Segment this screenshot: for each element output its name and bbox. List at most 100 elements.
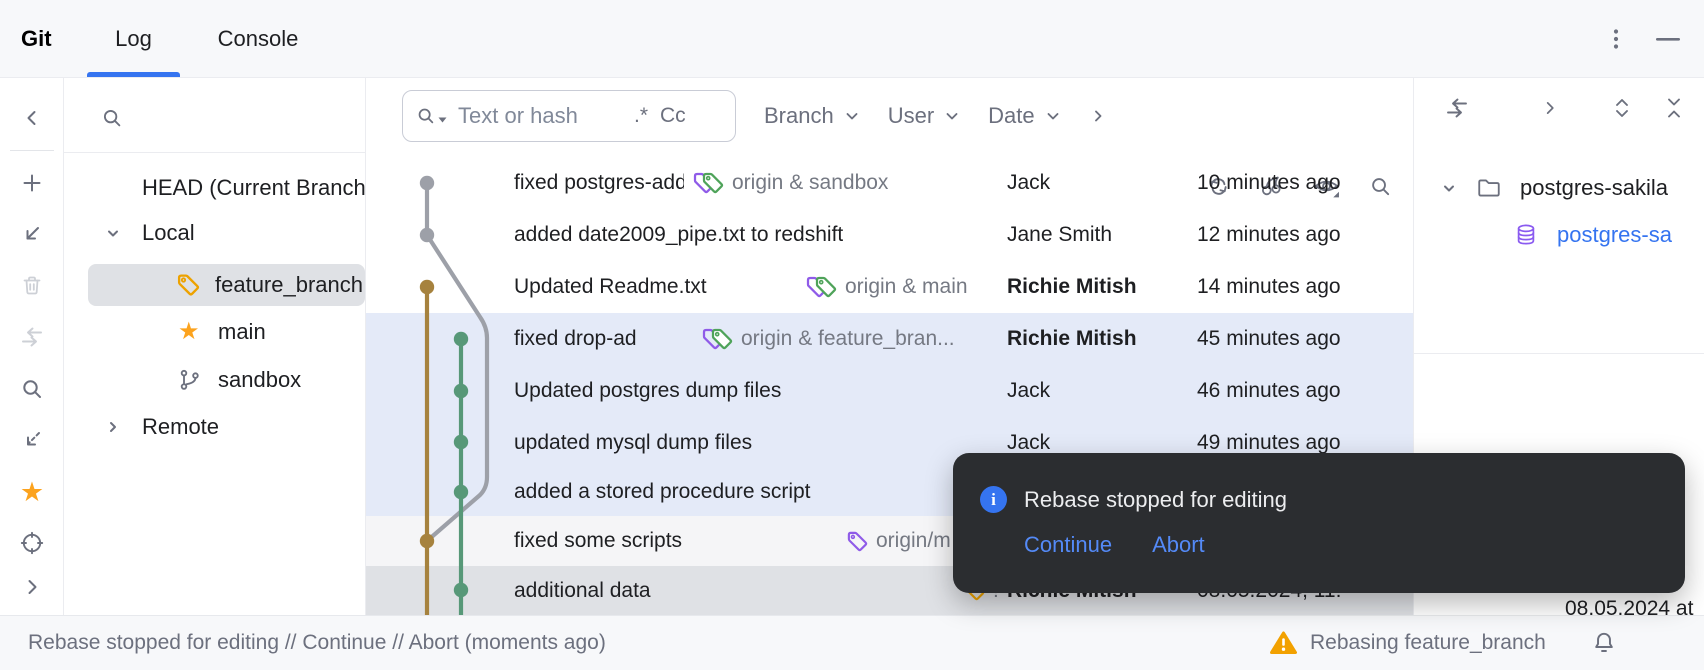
commit-row[interactable]: added date2009_pipe.txt to redshiftJane … (366, 209, 1414, 261)
notification-actions: Continue Abort (1024, 532, 1205, 558)
commit-message: Updated Readme.txt (514, 261, 707, 313)
chevron-down-icon (843, 107, 861, 125)
continue-button[interactable]: Continue (1024, 532, 1112, 558)
expand-all-button[interactable] (1602, 88, 1642, 128)
tag-icon (176, 273, 201, 298)
branch-group-local[interactable]: Local (64, 210, 365, 256)
search-icon (19, 376, 45, 402)
commit-row[interactable]: fixed drop-adorigin & feature_bran...Ric… (366, 313, 1414, 365)
ref-label: origin & sandbox (732, 171, 888, 195)
commit-author: Richie Mitish (1007, 261, 1137, 313)
minimize-icon (1653, 26, 1683, 52)
tags-icon (692, 171, 725, 195)
changed-file-item[interactable]: postgres-sa (1414, 212, 1704, 258)
plus-icon (19, 170, 45, 196)
filter-date-label: Date (988, 103, 1034, 129)
branch-group-remote[interactable]: Remote (64, 404, 365, 450)
rebase-status-text: Rebasing feature_branch (1310, 631, 1546, 655)
notifications-button[interactable] (1591, 630, 1617, 656)
swap-arrows-icon (1444, 95, 1470, 121)
minimize-button[interactable] (1649, 20, 1687, 58)
ref-label: origin & main (845, 275, 968, 299)
search-everywhere-button[interactable] (14, 371, 50, 407)
log-filters: Branch User Date (764, 90, 1107, 142)
expand-node-button[interactable] (1530, 88, 1570, 128)
commit-message: fixed some scripts (514, 516, 682, 566)
filter-user-label: User (888, 103, 934, 129)
options-kebab-button[interactable] (1597, 20, 1635, 58)
chevron-right-icon (1089, 107, 1107, 125)
search-options-caret-icon[interactable] (438, 117, 447, 123)
hide-panel-button[interactable] (14, 100, 50, 136)
regex-toggle[interactable]: .* (634, 104, 648, 128)
branches-panel: HEAD (Current Branch Local feature_branc… (64, 78, 366, 615)
rebase-notification-toast: i Rebase stopped for editing Continue Ab… (953, 453, 1685, 593)
dashed-arrow-down-left-icon (19, 427, 45, 453)
log-search-box[interactable]: .* Cc (402, 90, 736, 142)
tool-window-header: Git Log Console (0, 0, 1704, 78)
more-filters-button[interactable] (1089, 107, 1107, 125)
swap-arrows-icon (19, 324, 45, 350)
toolbar-divider (10, 150, 54, 151)
filter-branch-label: Branch (764, 103, 834, 129)
commit-refs: origin & sandbox (692, 157, 888, 209)
status-message[interactable]: Rebase stopped for editing // Continue /… (28, 616, 606, 670)
filter-user[interactable]: User (888, 103, 961, 129)
commit-row[interactable]: Updated Readme.txt origin & main Richie Mi… (366, 261, 1414, 313)
trash-icon (19, 273, 45, 299)
chevron-right-icon[interactable] (102, 416, 124, 438)
star-icon: ★ (20, 479, 44, 506)
tags-icon (805, 275, 838, 299)
chevron-down-icon[interactable] (102, 222, 124, 244)
warning-triangle-icon (1270, 630, 1297, 656)
filter-date[interactable]: Date (988, 103, 1061, 129)
branch-label: HEAD (Current Branch (142, 165, 366, 211)
commit-date: 12 minutes ago (1197, 209, 1341, 261)
more-actions-button[interactable] (14, 569, 50, 605)
commit-refs: origin & main (805, 261, 968, 313)
commit-author: Jack (1007, 365, 1050, 417)
commit-message: updated mysql dump files (514, 417, 752, 468)
compare-button[interactable] (1437, 88, 1477, 128)
branch-label: sandbox (218, 357, 301, 403)
commit-row[interactable]: Updated postgres dump filesJack46 minute… (366, 365, 1414, 417)
chevron-down-icon (943, 107, 961, 125)
notification-title: Rebase stopped for editing (1024, 487, 1287, 513)
collapse-graph-button[interactable] (14, 422, 50, 458)
new-branch-button[interactable] (14, 165, 50, 201)
branch-item-sandbox[interactable]: sandbox (64, 357, 365, 403)
favorites-button[interactable]: ★ (14, 474, 50, 510)
branch-label: main (218, 309, 266, 355)
delete-button[interactable] (14, 268, 50, 304)
collapse-all-button[interactable] (1654, 88, 1694, 128)
branch-item-head[interactable]: HEAD (Current Branch (64, 165, 365, 211)
match-case-toggle[interactable]: Cc (660, 104, 686, 128)
commit-refs: origin/m (846, 516, 951, 566)
branch-label: feature_branch (215, 262, 363, 308)
abort-button[interactable]: Abort (1152, 532, 1205, 558)
panel-divider (1414, 353, 1704, 354)
panel-divider (64, 152, 365, 153)
tags-icon (701, 327, 734, 351)
filter-branch[interactable]: Branch (764, 103, 861, 129)
branch-item-feature-branch[interactable]: feature_branch (64, 262, 365, 308)
commit-author: Jane Smith (1007, 209, 1112, 261)
log-search-input[interactable] (456, 102, 620, 130)
branch-search-button[interactable] (94, 100, 130, 136)
commit-date: 45 minutes ago (1197, 313, 1341, 365)
branch-group-label: Local (142, 210, 195, 256)
search-icon (100, 106, 124, 130)
commit-author: Richie Mitish (1007, 313, 1137, 365)
chevron-down-icon[interactable] (1438, 177, 1460, 199)
branch-item-main[interactable]: ★ main (64, 309, 365, 355)
tab-console[interactable]: Console (186, 0, 330, 77)
commit-row[interactable]: fixed postgres-addiorigin & sandboxJack1… (366, 157, 1414, 209)
commit-author: Jack (1007, 157, 1050, 209)
tab-log-label: Log (115, 26, 152, 52)
checkout-button[interactable] (14, 216, 50, 252)
go-to-hash-button[interactable] (14, 525, 50, 561)
database-icon (1514, 223, 1538, 247)
compare-button[interactable] (14, 319, 50, 355)
tab-log[interactable]: Log (87, 0, 180, 77)
changed-files-root[interactable]: postgres-sakila (1414, 165, 1704, 211)
